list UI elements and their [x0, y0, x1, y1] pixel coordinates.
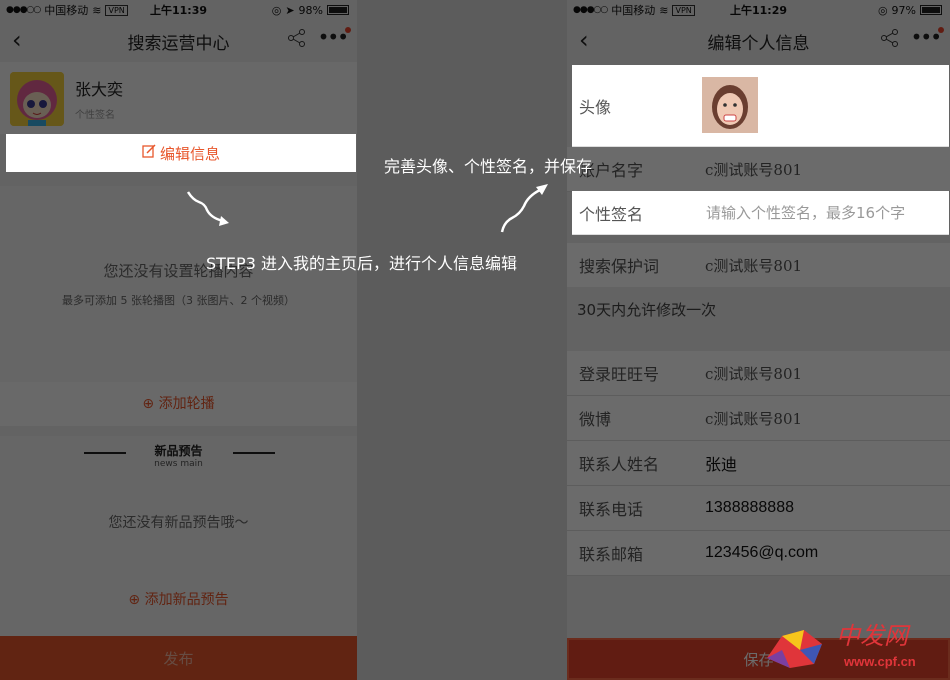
row-label: 联系邮箱: [579, 545, 644, 564]
row-label: 联系电话: [579, 500, 644, 519]
up-right-arrow-icon: [500, 184, 548, 233]
vpn-badge: VPN: [105, 4, 128, 16]
lock-rotation-icon: ◎: [271, 3, 282, 17]
edit-icon: [142, 144, 156, 162]
battery-icon: [920, 5, 942, 15]
profile-name: 张大奕: [75, 80, 124, 99]
news-empty-text: 您还没有新品预告哦～: [108, 515, 249, 531]
edit-info-button[interactable]: 编辑信息: [6, 134, 356, 172]
edit-info-label: 编辑信息: [159, 144, 220, 163]
add-carousel-button[interactable]: ⊕ 添加轮播: [0, 382, 357, 426]
row-value: c测试账号801: [705, 256, 803, 275]
carousel-section: 您还没有设置轮播内容 最多可添加 5 张轮播图（3 张图片、2 个视频） ⊕ 添…: [0, 186, 357, 426]
notification-dot: [938, 27, 944, 33]
avatar[interactable]: [10, 72, 64, 126]
row-label: 微博: [579, 410, 612, 429]
share-icon[interactable]: [880, 28, 900, 53]
row-value: c测试账号801: [705, 364, 803, 383]
battery-percent: 98%: [298, 3, 323, 17]
battery-icon: [327, 5, 349, 15]
publish-button[interactable]: 发布: [0, 636, 357, 680]
wangwang-row[interactable]: 登录旺旺号 c测试账号801: [567, 351, 950, 396]
notification-dot: [345, 27, 351, 33]
status-bar: ●●●○○ 中国移动 ≋ VPN 上午11:29 ◎ 97%: [567, 0, 950, 20]
avatar-row[interactable]: 头像: [572, 65, 949, 147]
news-section: 新品预告 news main 您还没有新品预告哦～ ⊕ 添加新品预告: [0, 436, 357, 636]
step-annotation: STEP3 进入我的主页后，进行个人信息编辑: [206, 254, 517, 273]
lock-rotation-icon: ◎: [877, 3, 888, 17]
add-news-label: 添加新品预告: [144, 592, 229, 608]
back-icon[interactable]: ‹: [579, 28, 589, 52]
vpn-badge: VPN: [672, 4, 695, 16]
row-label: 搜索保护词: [579, 257, 660, 276]
more-icon[interactable]: •••: [911, 27, 944, 47]
nav-bar: ‹ 编辑个人信息 •••: [567, 20, 950, 62]
carousel-hint: 最多可添加 5 张轮播图（3 张图片、2 个视频）: [62, 294, 295, 307]
contact-phone-row[interactable]: 联系电话 1388888888: [567, 486, 950, 531]
add-carousel-label: 添加轮播: [158, 396, 215, 412]
profile-header: 张大奕 个性签名: [0, 62, 357, 134]
change-limit-note: 30天内允许修改一次: [567, 287, 950, 339]
carrier-label: 中国移动: [44, 4, 89, 17]
signature-row[interactable]: 个性签名 请输入个性签名，最多16个字: [572, 191, 949, 235]
news-subtitle: news main: [154, 459, 203, 469]
nav-bar: ‹ 搜索运营中心 •••: [0, 20, 357, 62]
battery-percent: 97%: [891, 3, 916, 17]
wifi-icon: ≋: [92, 3, 102, 17]
plus-circle-icon: ⊕: [128, 592, 141, 608]
page-title: 编辑个人信息: [707, 33, 810, 54]
share-icon[interactable]: [287, 28, 307, 53]
row-value: c测试账号801: [705, 409, 803, 428]
row-label: 登录旺旺号: [579, 365, 660, 384]
signature-input[interactable]: 请输入个性签名，最多16个字: [706, 202, 905, 223]
wifi-icon: ≋: [659, 3, 669, 17]
row-label: 联系人姓名: [579, 455, 660, 474]
avatar-photo[interactable]: [702, 77, 758, 133]
row-value: 123456@q.com: [705, 544, 819, 561]
signature-label: 个性签名: [579, 204, 644, 224]
right-phone-screen: ●●●○○ 中国移动 ≋ VPN 上午11:29 ◎ 97% ‹ 编辑个人信息 …: [567, 0, 950, 680]
down-right-arrow-icon: [186, 191, 229, 226]
news-heading: 新品预告 news main: [0, 442, 357, 469]
clock: 上午11:29: [729, 4, 788, 17]
location-icon: ➤: [285, 3, 295, 17]
watermark-text: 中发网: [836, 622, 911, 650]
watermark-url: www.cpf.cn: [843, 654, 916, 669]
more-icon[interactable]: •••: [318, 27, 351, 47]
contact-name-row[interactable]: 联系人姓名 张迪: [567, 441, 950, 486]
search-keyword-row[interactable]: 搜索保护词 c测试账号801: [567, 243, 950, 288]
add-news-button[interactable]: ⊕ 添加新品预告: [0, 580, 357, 620]
avatar-label: 头像: [579, 97, 612, 117]
page-title: 搜索运营中心: [127, 33, 230, 54]
status-bar: ●●●○○ 中国移动 ≋ VPN 上午11:39 ◎ ➤ 98%: [0, 0, 357, 20]
watermark-logo: 中发网 www.cpf.cn: [762, 614, 942, 674]
signature-placeholder: 个性签名: [75, 110, 115, 121]
back-icon[interactable]: ‹: [12, 28, 22, 52]
clock: 上午11:39: [149, 4, 208, 17]
carrier-label: 中国移动: [611, 4, 656, 17]
plus-circle-icon: ⊕: [142, 396, 155, 412]
account-name-row[interactable]: 账户名字 c测试账号801: [567, 147, 950, 192]
left-phone-screen: ●●●○○ 中国移动 ≋ VPN 上午11:39 ◎ ➤ 98% ‹ 搜索运营中…: [0, 0, 357, 680]
news-title: 新品预告: [154, 444, 203, 458]
signal-icon: ●●●○○: [573, 5, 608, 15]
signal-icon: ●●●○○: [6, 5, 41, 15]
row-value: c测试账号801: [705, 160, 803, 179]
contact-email-row[interactable]: 联系邮箱 123456@q.com: [567, 531, 950, 576]
row-value: 张迪: [705, 457, 738, 474]
row-value: 1388888888: [705, 499, 794, 516]
tip-annotation: 完善头像、个性签名，并保存: [384, 157, 593, 176]
weibo-row[interactable]: 微博 c测试账号801: [567, 396, 950, 441]
